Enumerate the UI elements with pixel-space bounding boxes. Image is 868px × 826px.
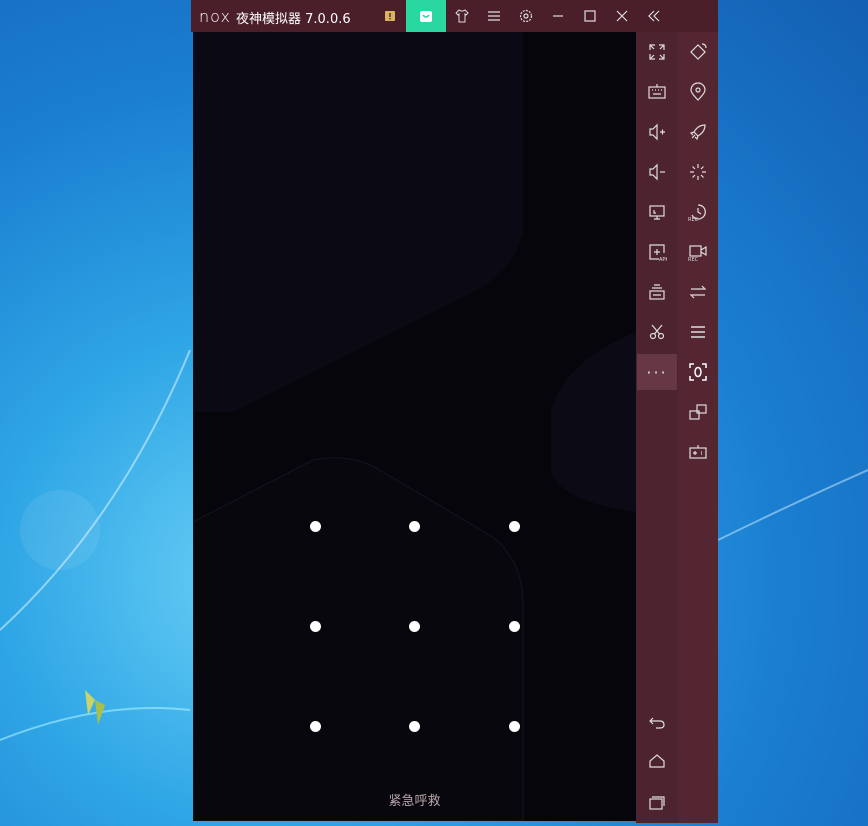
rocket-icon[interactable]: [678, 114, 718, 150]
minimize-icon[interactable]: [542, 0, 574, 32]
pattern-dot[interactable]: [310, 521, 321, 532]
pattern-dot[interactable]: [409, 621, 420, 632]
video-record-icon[interactable]: REC: [678, 234, 718, 270]
sync-icon[interactable]: [678, 274, 718, 310]
secondary-toolbar: REC REC: [678, 32, 718, 823]
title-bar-extension: [678, 0, 718, 32]
maximize-icon[interactable]: [574, 0, 606, 32]
title-bar[interactable]: nox 夜神模拟器 7.0.0.6: [191, 0, 678, 32]
rotate-icon[interactable]: [678, 34, 718, 70]
app-store-icon[interactable]: [406, 0, 446, 32]
pattern-dot[interactable]: [509, 521, 520, 532]
pattern-dot[interactable]: [509, 721, 520, 732]
close-icon[interactable]: [606, 0, 638, 32]
home-icon[interactable]: [637, 744, 677, 780]
volume-down-icon[interactable]: [637, 154, 677, 190]
recent-apps-icon[interactable]: [637, 784, 677, 820]
pattern-dot[interactable]: [509, 621, 520, 632]
more-icon[interactable]: ···: [637, 354, 677, 390]
scissors-icon[interactable]: [637, 314, 677, 350]
svg-text:APK: APK: [659, 257, 667, 262]
multi-instance-icon[interactable]: [637, 274, 677, 310]
pattern-dot[interactable]: [310, 621, 321, 632]
zero-icon[interactable]: [678, 354, 718, 390]
gamepad-icon[interactable]: [678, 434, 718, 470]
fullscreen-icon[interactable]: [637, 34, 677, 70]
pattern-dot[interactable]: [310, 721, 321, 732]
collapse-icon[interactable]: [638, 0, 670, 32]
lock-screen-wallpaper: [193, 32, 636, 821]
notice-icon[interactable]: [374, 0, 406, 32]
location-icon[interactable]: [678, 74, 718, 110]
skin-icon[interactable]: [446, 0, 478, 32]
settings-icon[interactable]: [510, 0, 542, 32]
screenshot-icon[interactable]: [637, 194, 677, 230]
android-screen[interactable]: 紧急呼救: [193, 32, 636, 821]
loading-icon[interactable]: [678, 154, 718, 190]
list-icon[interactable]: [678, 314, 718, 350]
menu-icon[interactable]: [478, 0, 510, 32]
emergency-call-button[interactable]: 紧急呼救: [193, 790, 636, 809]
svg-text:REC: REC: [688, 217, 699, 222]
install-apk-icon[interactable]: APK: [637, 234, 677, 270]
svg-text:REC: REC: [688, 257, 699, 262]
emulator-window: nox 夜神模拟器 7.0.0.6 紧急呼救 AP ··· REC REC: [191, 0, 718, 823]
window-title: 夜神模拟器 7.0.0.6: [236, 12, 351, 27]
nox-logo: nox: [199, 7, 231, 26]
keyboard-icon[interactable]: [637, 74, 677, 110]
macro-record-icon[interactable]: REC: [678, 194, 718, 230]
primary-toolbar: APK ···: [636, 32, 678, 823]
pattern-dot[interactable]: [409, 721, 420, 732]
back-icon[interactable]: [637, 704, 677, 740]
volume-up-icon[interactable]: [637, 114, 677, 150]
multi-window-icon[interactable]: [678, 394, 718, 430]
pattern-dot[interactable]: [409, 521, 420, 532]
